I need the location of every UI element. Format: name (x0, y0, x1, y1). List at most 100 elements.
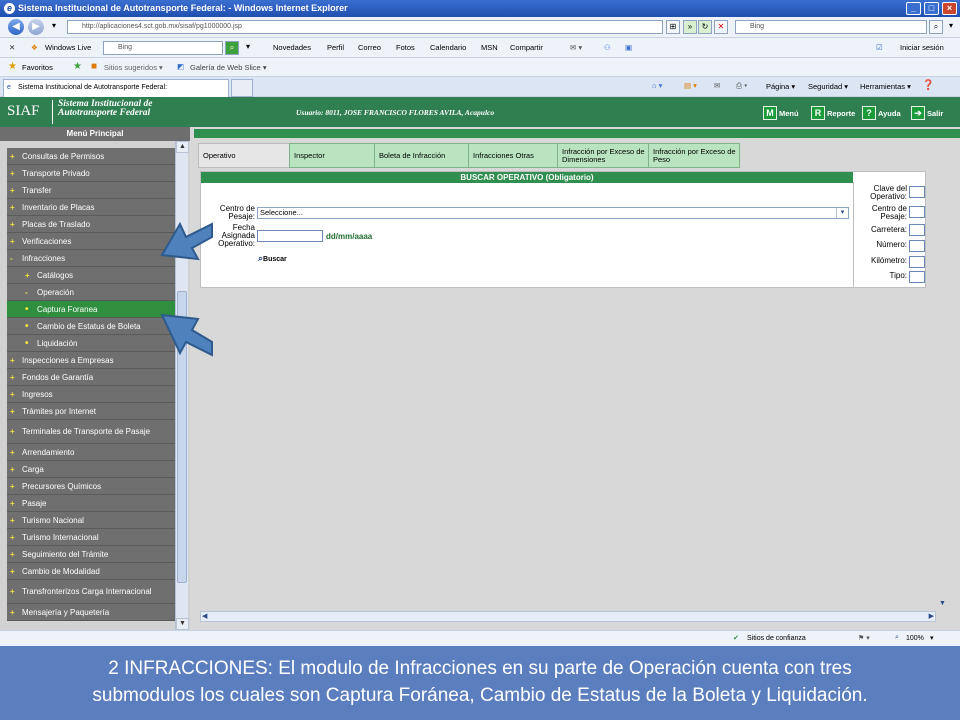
zoom-icon[interactable]: ⌕ (895, 634, 899, 642)
sidebar-item[interactable]: + Fondos de Garantía (7, 369, 175, 386)
sidebar-item[interactable]: + Turismo Internacional (7, 529, 175, 546)
print-icon[interactable]: ⎙ ▾ (736, 81, 747, 91)
zoom-level[interactable]: 100% (906, 635, 924, 642)
horizontal-scrollbar[interactable]: ◀ ▶ (200, 611, 936, 622)
stop-icon[interactable]: ✕ (714, 20, 728, 34)
sidebar-item[interactable]: + Cambio de Modalidad (7, 563, 175, 580)
sidebar-item[interactable]: + Catálogos (7, 267, 175, 284)
forward-arrow-icon[interactable]: ▶ (28, 19, 44, 35)
menu-item-novedades[interactable]: Novedades (273, 43, 311, 52)
sidebar-item[interactable]: + Transporte Privado (7, 165, 175, 182)
content-vertical-scrollbar[interactable]: ▼ (938, 127, 949, 611)
sidebar-item[interactable]: + Inventario de Placas (7, 199, 175, 216)
zoom-dropdown-icon[interactable]: ▾ (930, 634, 934, 642)
compat-view-icon[interactable]: ⊞ (666, 20, 680, 34)
sidebar-item[interactable]: + Pasaje (7, 495, 175, 512)
photos-icon[interactable]: ▣ (625, 43, 632, 52)
buscar-button[interactable]: ⌕Buscar (258, 253, 287, 264)
content-scroll-down-icon[interactable]: ▼ (939, 600, 946, 607)
toolbar-search-icon[interactable]: ⌕ (225, 41, 239, 55)
toolbar-search-options-icon[interactable]: ▾ (241, 41, 255, 55)
refresh-icon[interactable]: ↻ (698, 20, 712, 34)
sidebar-item[interactable]: + Terminales de Transporte de Pasaje (7, 420, 175, 444)
menu-item-perfil[interactable]: Perfil (327, 43, 344, 52)
protected-mode-icon[interactable]: ⚑ ▾ (858, 634, 870, 642)
tab-exceso-peso[interactable]: Infracción por Exceso de Peso (648, 143, 740, 168)
close-window-button[interactable]: × (942, 2, 957, 15)
search-icon[interactable]: ⌕ (929, 20, 943, 34)
suggested-sites-link[interactable]: Sitios sugeridos ▾ (104, 63, 163, 72)
url-input[interactable]: http://aplicaciones4.sct.gob.mx/sisaf/pg… (67, 20, 663, 34)
tools-menu[interactable]: Herramientas ▾ (860, 82, 911, 91)
browser-tab-active[interactable]: e Sistema Institucional de Autotransport… (3, 79, 229, 97)
tab-operativo[interactable]: Operativo (198, 143, 290, 168)
back-arrow-icon[interactable]: ◀ (8, 19, 24, 35)
home-icon[interactable]: ⌂ ▾ (652, 81, 662, 90)
add-favorite-icon[interactable]: ★ (73, 61, 82, 72)
go-icon[interactable]: » (683, 20, 697, 34)
sidebar-item[interactable]: - Operación (7, 284, 175, 301)
chevron-down-icon[interactable]: ▾ (836, 208, 848, 218)
sidebar-item[interactable]: • Cambio de Estatus de Boleta (7, 318, 175, 335)
sidebar-item[interactable]: + Arrendamiento (7, 444, 175, 461)
numero-input[interactable] (909, 240, 925, 252)
kilometro-input[interactable] (909, 256, 925, 268)
sidebar-item[interactable]: - Infracciones (7, 250, 175, 267)
help-button[interactable]: ? Ayuda (862, 106, 901, 120)
centro-pesaje-right-input[interactable] (909, 206, 925, 218)
checkbox-icon[interactable]: ☑ (876, 43, 883, 52)
sidebar-item[interactable]: + Precursores Químicos (7, 478, 175, 495)
scroll-right-icon[interactable]: ▶ (929, 612, 934, 620)
windows-live-label[interactable]: Windows Live (45, 43, 91, 52)
mail-icon[interactable]: ✉ ▾ (570, 43, 582, 52)
sidebar-item[interactable]: + Transfer (7, 182, 175, 199)
menu-item-correo[interactable]: Correo (358, 43, 381, 52)
signin-link[interactable]: Iniciar sesión (900, 43, 944, 52)
scroll-down-icon[interactable]: ▼ (176, 618, 189, 630)
carretera-input[interactable] (909, 224, 925, 236)
bing-search-input[interactable]: Bing (735, 20, 927, 34)
menu-item-msn[interactable]: MSN (481, 43, 498, 52)
menu-button[interactable]: M Menú (763, 106, 799, 120)
toolbar-search-input[interactable]: Bing (103, 41, 223, 55)
report-button[interactable]: R Reporte (811, 106, 855, 120)
history-dropdown-icon[interactable]: ▾ (47, 20, 61, 34)
fecha-input[interactable] (257, 230, 323, 242)
tab-exceso-dimensiones[interactable]: Infracción por Exceso de Dimensiones (557, 143, 649, 168)
sidebar-item[interactable]: + Seguimiento del Trámite (7, 546, 175, 563)
tab-infracciones-otras[interactable]: Infracciones Otras (468, 143, 558, 168)
sidebar-item[interactable]: + Verificaciones (7, 233, 175, 250)
clave-input[interactable] (909, 186, 925, 198)
tab-boleta-infraccion[interactable]: Boleta de Infracción (374, 143, 469, 168)
read-mail-icon[interactable]: ✉ (714, 81, 720, 90)
maximize-button[interactable]: □ (924, 2, 939, 15)
sidebar-item[interactable]: + Trámites por Internet (7, 403, 175, 420)
sidebar-item[interactable]: • Captura Foranea (7, 301, 175, 318)
new-tab-button[interactable] (231, 79, 253, 97)
sidebar-item[interactable]: • Liquidación (7, 335, 175, 352)
sidebar-item[interactable]: + Ingresos (7, 386, 175, 403)
minimize-button[interactable]: _ (906, 2, 921, 15)
webslice-gallery-link[interactable]: Galería de Web Slice ▾ (190, 63, 267, 72)
sidebar-item[interactable]: + Placas de Traslado (7, 216, 175, 233)
tipo-input[interactable] (909, 271, 925, 283)
menu-item-calendario[interactable]: Calendario (430, 43, 466, 52)
sidebar-item[interactable]: + Carga (7, 461, 175, 478)
sidebar-item[interactable]: + Mensajería y Paquetería (7, 604, 175, 621)
security-menu[interactable]: Seguridad ▾ (808, 82, 848, 91)
centro-pesaje-select[interactable]: Seleccione... ▾ (257, 207, 849, 219)
messenger-icon[interactable]: ⚇ (604, 43, 611, 52)
scroll-left-icon[interactable]: ◀ (202, 612, 207, 620)
help-icon[interactable]: ❓ (922, 80, 934, 91)
favorites-button[interactable]: Favoritos (22, 63, 53, 72)
menu-item-fotos[interactable]: Fotos (396, 43, 415, 52)
sidebar-item[interactable]: + Transfronterizos Carga Internacional (7, 580, 175, 604)
feeds-icon[interactable]: ▤ ▾ (684, 81, 697, 90)
page-menu[interactable]: Página ▾ (766, 82, 795, 91)
exit-button[interactable]: ➔ Salir (911, 106, 943, 120)
sidebar-scrollbar[interactable]: ▲ ▼ (175, 141, 189, 630)
tab-inspector[interactable]: Inspector (289, 143, 375, 168)
search-options-icon[interactable]: ▾ (944, 20, 958, 34)
sidebar-item[interactable]: + Inspecciones a Empresas (7, 352, 175, 369)
sidebar-item[interactable]: + Turismo Nacional (7, 512, 175, 529)
